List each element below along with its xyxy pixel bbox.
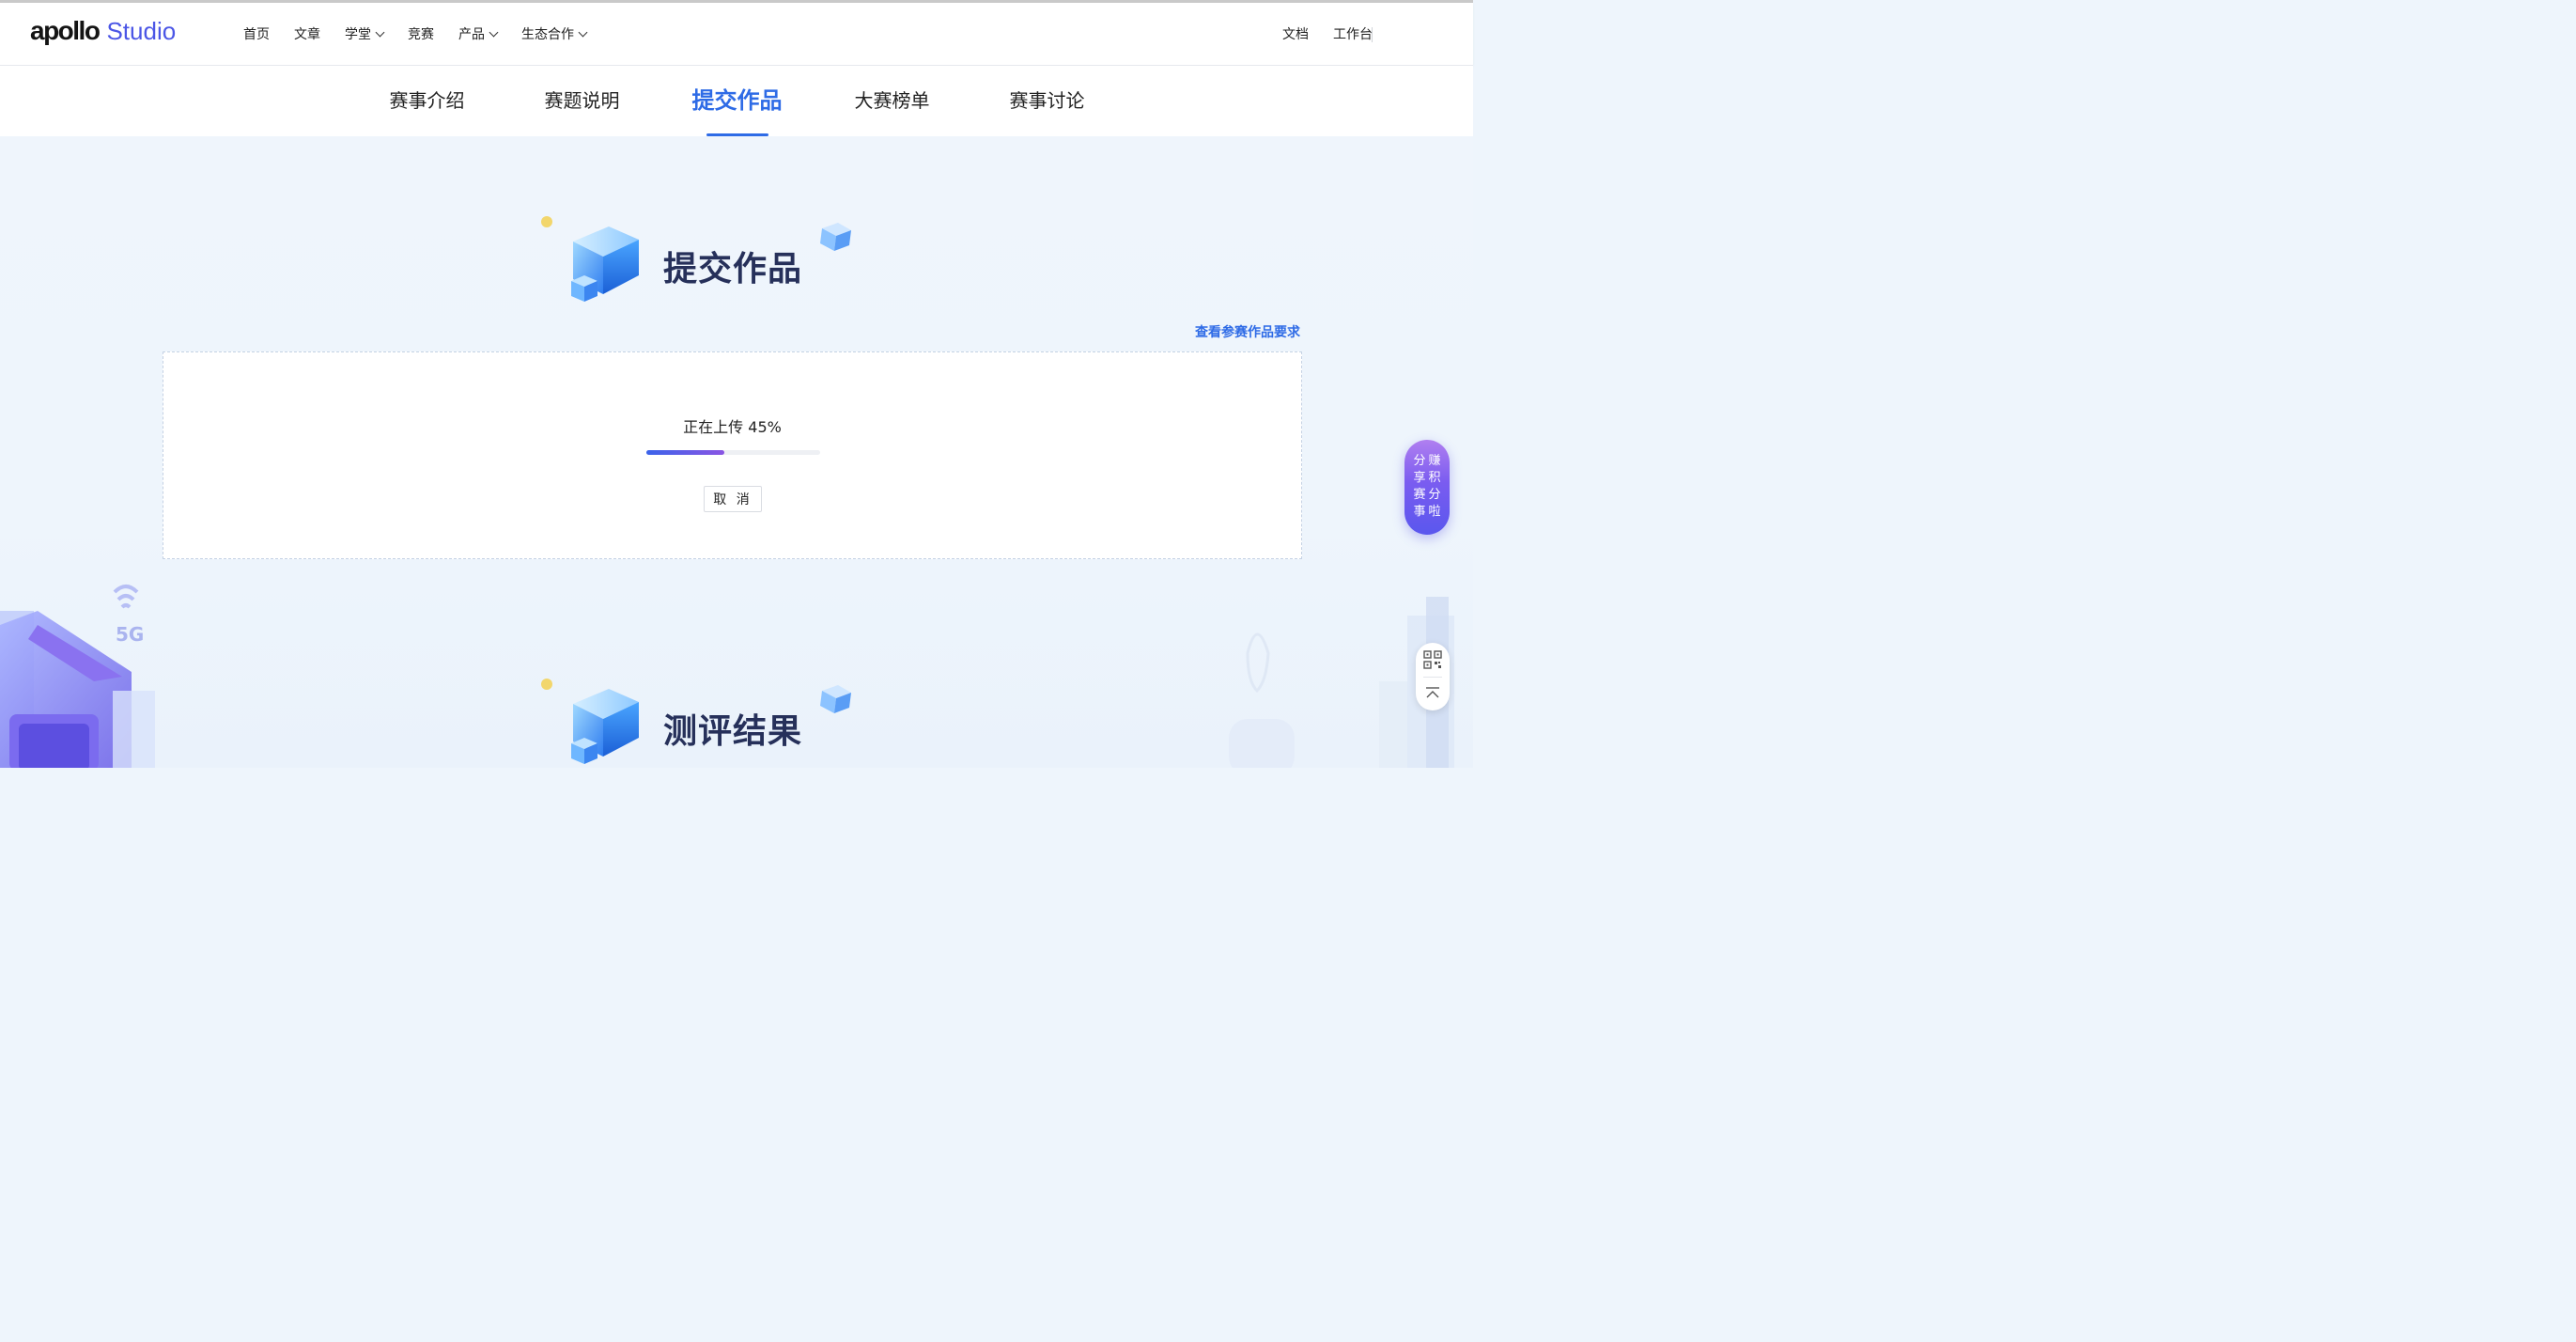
tab-leaderboard[interactable]: 大赛榜单 (815, 66, 970, 136)
header-divider (1372, 27, 1373, 42)
upload-progress-fill (646, 450, 725, 455)
nav-item-academy[interactable]: 学堂 (345, 24, 385, 43)
result-section-title: 测评结果 (663, 712, 803, 751)
chevron-down-icon (578, 27, 588, 37)
nav-item-home[interactable]: 首页 (243, 24, 270, 43)
nav-item-docs[interactable]: 文档 (1282, 24, 1309, 43)
back-to-top-icon[interactable] (1421, 682, 1444, 705)
upload-status-text: 正在上传 45% (683, 418, 782, 436)
tab-problem[interactable]: 赛题说明 (504, 66, 660, 136)
toolbox-divider (1423, 677, 1442, 678)
promo-text-col2: 赚积分啦 (1428, 454, 1441, 519)
nav-label: 生态合作 (521, 27, 574, 42)
nav-label: 竞赛 (408, 27, 434, 42)
nav-label: 文档 (1282, 27, 1309, 42)
apollo-studio-logo[interactable]: apollo Studio (30, 16, 176, 50)
nav-label: 工作台 (1333, 27, 1373, 42)
upload-progress-bar (646, 450, 820, 455)
nav-label: 文章 (294, 27, 320, 42)
tabs: 赛事介绍 赛题说明 提交作品 大赛榜单 赛事讨论 (349, 66, 1125, 136)
svg-text:5G: 5G (116, 623, 144, 646)
chevron-down-icon (375, 27, 385, 37)
nav-label: 首页 (243, 27, 270, 42)
header-right-nav: 文档 工作台 (1258, 3, 1373, 65)
cancel-upload-button[interactable]: 取 消 (704, 486, 762, 512)
nav-item-ecosystem[interactable]: 生态合作 (521, 24, 588, 43)
floating-toolbox (1416, 643, 1450, 710)
chevron-down-icon (489, 27, 499, 37)
city-illustration-left: 5G (0, 585, 155, 768)
nav-item-competitions[interactable]: 竞赛 (408, 24, 434, 43)
nav-label: 产品 (458, 27, 485, 42)
nav-label: 学堂 (345, 27, 371, 42)
main-content: 5G 提交作品 查看参赛作品要求 正在上传 45% 取 消 测评结果 (0, 136, 1473, 768)
site-header: apollo Studio 首页 文章 学堂 竞赛 产品 生态合作 文档 工作台 (0, 3, 1473, 66)
share-earn-points-button[interactable]: 分享赛事 赚积分啦 (1404, 440, 1450, 535)
qr-code-icon[interactable] (1421, 648, 1444, 671)
logo-text-sub: Studio (106, 17, 177, 45)
main-nav: 首页 文章 学堂 竞赛 产品 生态合作 (243, 3, 611, 65)
upload-dropzone[interactable]: 正在上传 45% 取 消 (163, 351, 1302, 559)
tab-submit[interactable]: 提交作品 (660, 66, 815, 136)
view-requirements-link[interactable]: 查看参赛作品要求 (1195, 322, 1300, 341)
promo-text-col1: 分享赛事 (1413, 454, 1426, 519)
logo-text-main: apollo (30, 16, 101, 45)
competition-tab-bar: 赛事介绍 赛题说明 提交作品 大赛榜单 赛事讨论 (0, 66, 1473, 136)
nav-item-products[interactable]: 产品 (458, 24, 499, 43)
tab-intro[interactable]: 赛事介绍 (349, 66, 504, 136)
nav-item-workbench[interactable]: 工作台 (1333, 24, 1373, 43)
submit-section-title: 提交作品 (663, 250, 803, 289)
nav-item-articles[interactable]: 文章 (294, 24, 320, 43)
tab-discussion[interactable]: 赛事讨论 (970, 66, 1125, 136)
